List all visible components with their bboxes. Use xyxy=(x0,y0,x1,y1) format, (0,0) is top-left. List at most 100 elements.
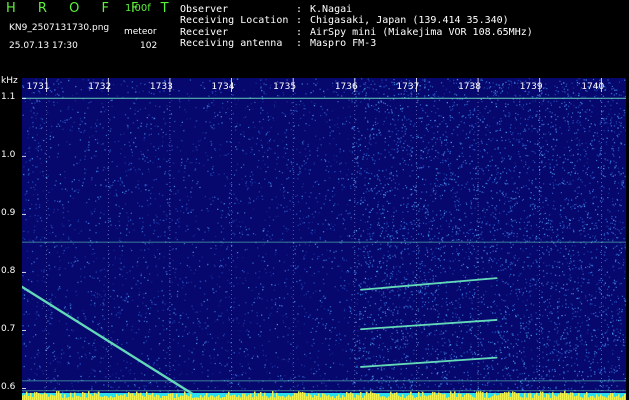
baseline-bar xyxy=(602,396,604,400)
baseline-bar xyxy=(316,395,318,400)
baseline-bar xyxy=(604,396,606,400)
baseline-bar xyxy=(360,392,362,400)
baseline-bar xyxy=(96,394,98,400)
observer-sep: : xyxy=(296,4,303,15)
baseline-bar xyxy=(536,392,538,400)
baseline-bar xyxy=(168,393,170,400)
baseline-bar xyxy=(350,392,352,400)
baseline-bar xyxy=(402,394,404,400)
baseline-bar xyxy=(554,395,556,400)
observer-value: K.Nagai xyxy=(310,4,353,15)
baseline-bar xyxy=(518,393,520,400)
baseline-bar xyxy=(326,395,328,400)
baseline-bar xyxy=(260,392,262,400)
baseline-bar xyxy=(300,392,302,400)
baseline-bar xyxy=(560,392,562,400)
baseline-bar xyxy=(238,395,240,400)
baseline-bar xyxy=(430,395,432,400)
baseline-bar xyxy=(496,395,498,400)
baseline-bar xyxy=(442,394,444,400)
baseline-bar xyxy=(586,392,588,400)
spectrogram-svg: 1731 1732 1733 1734 1735 1736 1737 1738 1739 1740 xyxy=(22,78,626,400)
baseline-bar xyxy=(218,395,220,400)
baseline-bar xyxy=(558,394,560,400)
receiver-key: Receiver xyxy=(180,27,229,38)
baseline-bar xyxy=(234,394,236,400)
baseline-bar xyxy=(390,391,392,400)
baseline-bar xyxy=(338,394,340,400)
baseline-bar xyxy=(570,392,572,400)
baseline-bar xyxy=(444,393,446,400)
x-tick-label-1735: 1735 xyxy=(273,82,296,92)
baseline-bar xyxy=(106,396,108,400)
baseline-bar xyxy=(534,394,536,400)
baseline-bar xyxy=(494,393,496,400)
baseline-bar xyxy=(438,392,440,400)
baseline-bar xyxy=(182,395,184,400)
baseline-bar xyxy=(290,396,292,400)
antenna-key: Receiving antenna xyxy=(180,38,283,49)
baseline-bar xyxy=(500,393,502,400)
baseline-bar xyxy=(388,396,390,400)
baseline-bar xyxy=(610,393,612,400)
baseline-bar xyxy=(382,396,384,400)
baseline-bar xyxy=(424,395,426,400)
baseline-bar xyxy=(564,391,566,400)
baseline-bar xyxy=(336,396,338,400)
baseline-bar xyxy=(34,392,36,400)
version-label: 1.00f xyxy=(125,3,151,14)
baseline-bar xyxy=(142,395,144,400)
baseline-bar xyxy=(476,391,478,400)
baseline-bar xyxy=(566,393,568,400)
baseline-bar xyxy=(568,394,570,400)
baseline-bar xyxy=(140,392,142,400)
baseline-bar xyxy=(624,394,626,400)
antenna-value: Maspro FM-3 xyxy=(310,38,377,49)
baseline-bar xyxy=(352,393,354,400)
baseline-bar xyxy=(608,395,610,400)
baseline-bar xyxy=(552,392,554,400)
receiver-value: AirSpy mini (Miakejima VOR 108.65MHz) xyxy=(310,27,533,38)
baseline-bar xyxy=(514,392,516,400)
baseline-bar xyxy=(332,396,334,400)
baseline-bar xyxy=(418,391,420,400)
baseline-bar xyxy=(302,391,304,400)
location-key: Receiving Location xyxy=(180,15,289,26)
baseline-bar xyxy=(498,395,500,400)
x-tick-label-1737: 1737 xyxy=(396,82,419,92)
baseline-bar xyxy=(396,392,398,400)
baseline-bar xyxy=(94,392,96,400)
baseline-bar xyxy=(122,395,124,400)
baseline-bar xyxy=(230,395,232,400)
baseline-bar xyxy=(206,393,208,400)
baseline-bar xyxy=(156,394,158,400)
baseline-bar xyxy=(426,396,428,400)
baseline-bar xyxy=(470,394,472,400)
baseline-bar xyxy=(158,395,160,400)
baseline-bar xyxy=(342,395,344,400)
baseline-bar xyxy=(540,391,542,400)
baseline-bar xyxy=(504,392,506,400)
baseline-bar xyxy=(292,395,294,400)
baseline-bar xyxy=(542,391,544,400)
baseline-bar xyxy=(184,391,186,400)
baseline-bar xyxy=(172,393,174,400)
baseline-bar xyxy=(422,391,424,400)
baseline-bar xyxy=(294,392,296,400)
baseline-bar xyxy=(480,391,482,400)
baseline-bar xyxy=(244,393,246,400)
baseline-bar xyxy=(370,391,372,400)
baseline-bar xyxy=(216,396,218,400)
baseline-bar xyxy=(348,393,350,400)
baseline-bar xyxy=(50,394,52,400)
baseline-bar xyxy=(128,392,130,400)
baseline-bar xyxy=(392,394,394,400)
baseline-bar xyxy=(46,393,48,400)
baseline-bar xyxy=(376,394,378,400)
baseline-bar xyxy=(148,394,150,400)
baseline-bar xyxy=(36,392,38,400)
baseline-bar xyxy=(110,395,112,400)
receiver-sep: : xyxy=(296,27,303,38)
baseline-bar xyxy=(590,396,592,400)
baseline-bar xyxy=(436,394,438,400)
